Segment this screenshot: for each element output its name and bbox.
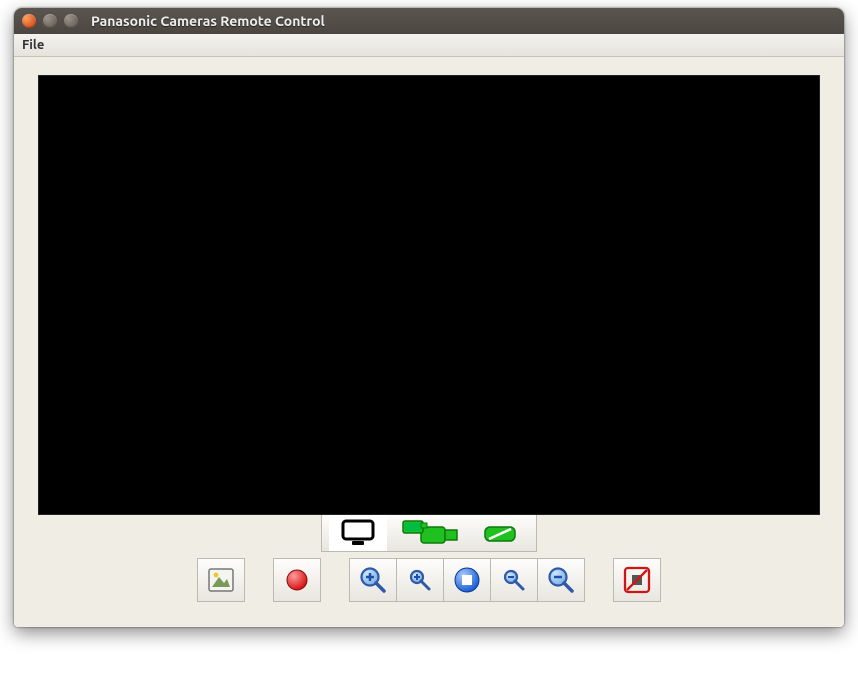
zoom-out-button[interactable] <box>538 558 585 602</box>
window-titlebar: Panasonic Cameras Remote Control <box>14 8 844 34</box>
zoom-out-icon <box>546 565 576 595</box>
disable-icon <box>622 565 652 595</box>
disable-button[interactable] <box>613 558 661 602</box>
toolbar <box>28 558 830 602</box>
menu-bar: File <box>14 34 844 57</box>
zoom-out-step-icon <box>499 565 529 595</box>
camera-tab[interactable] <box>387 515 471 551</box>
zoom-reset-button[interactable] <box>444 558 491 602</box>
mode-tabs <box>321 515 537 552</box>
connection-tab[interactable] <box>471 515 529 551</box>
record-icon <box>282 565 312 595</box>
zoom-in-step-icon <box>405 565 435 595</box>
zoom-in-button[interactable] <box>349 558 397 602</box>
zoom-out-step-button[interactable] <box>491 558 538 602</box>
maximize-icon[interactable] <box>64 14 78 28</box>
record-button[interactable] <box>273 558 321 602</box>
handshake-icon <box>483 521 517 545</box>
zoom-in-icon <box>358 565 388 595</box>
display-tab[interactable] <box>329 515 387 551</box>
camcorder-icon <box>399 519 459 547</box>
zoom-reset-icon <box>452 565 482 595</box>
snapshot-button[interactable] <box>197 558 245 602</box>
video-preview <box>38 75 820 515</box>
monitor-icon <box>341 519 375 547</box>
image-icon <box>206 565 236 595</box>
menu-file[interactable]: File <box>22 38 44 52</box>
window-title: Panasonic Cameras Remote Control <box>91 13 325 29</box>
zoom-in-step-button[interactable] <box>397 558 444 602</box>
close-icon[interactable] <box>22 14 36 28</box>
minimize-icon[interactable] <box>43 14 57 28</box>
